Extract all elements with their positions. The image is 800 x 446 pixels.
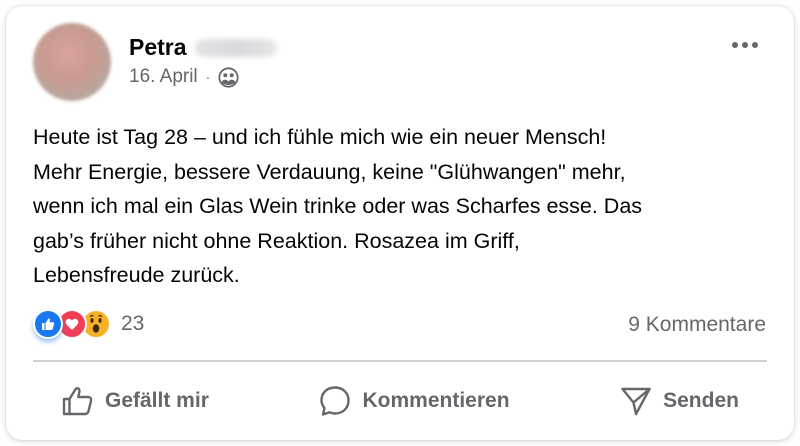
avatar[interactable] (33, 23, 111, 101)
meta-separator: · (205, 69, 211, 85)
comment-button[interactable]: Kommentieren (290, 384, 537, 418)
friends-icon[interactable] (218, 66, 239, 88)
author-surname-blurred (194, 38, 277, 57)
more-options-button[interactable] (732, 42, 758, 48)
comment-bubble-icon (318, 384, 352, 418)
post-date[interactable]: 16. April (129, 66, 198, 88)
author-row: Petra (129, 34, 277, 61)
divider (33, 360, 767, 362)
post-text: Heute ist Tag 28 – und ich fühle mich wi… (33, 125, 643, 287)
reactions-summary[interactable]: 23 (33, 309, 144, 339)
action-bar: Gefällt mir Kommentieren Senden (33, 376, 767, 426)
post-card: Petra 16. April · Heute ist Tag 28 – und… (6, 6, 794, 440)
more-dot-icon (742, 42, 748, 48)
like-button-label: Gefällt mir (105, 389, 209, 412)
author-name[interactable]: Petra (129, 34, 187, 61)
comment-button-label: Kommentieren (362, 389, 510, 412)
reactions-count: 23 (121, 312, 145, 335)
like-button[interactable]: Gefällt mir (33, 384, 237, 418)
comments-count-link[interactable]: 9 Kommentare (628, 313, 766, 337)
send-button[interactable]: Senden (591, 384, 767, 418)
post-meta: 16. April · (129, 66, 239, 88)
thumbs-up-icon (61, 384, 95, 418)
like-icon (33, 309, 63, 339)
more-dot-icon (732, 42, 738, 48)
more-dot-icon (752, 42, 758, 48)
send-icon (619, 384, 653, 418)
send-button-label: Senden (663, 389, 739, 412)
